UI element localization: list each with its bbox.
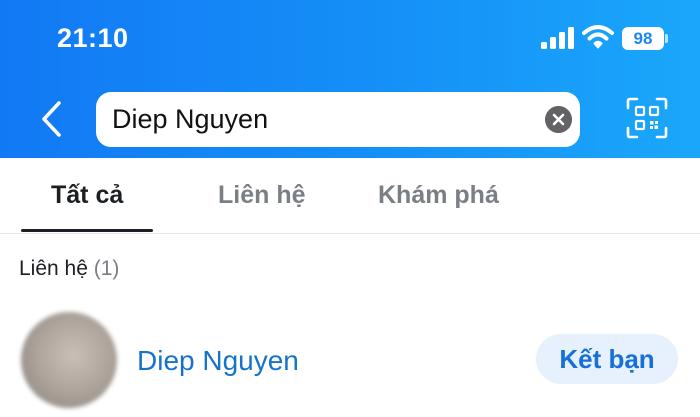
qr-scan-icon[interactable] [626, 97, 668, 139]
active-tab-indicator [21, 229, 153, 232]
contact-result-row[interactable]: Diep Nguyen Kết bạn [0, 305, 700, 415]
tab-explore[interactable]: Khám phá [378, 178, 499, 212]
tab-bar: Tất cả Liên hệ Khám phá [0, 158, 700, 234]
search-input[interactable] [112, 92, 532, 147]
search-box [96, 92, 580, 147]
wifi-icon [582, 25, 614, 49]
cellular-signal-icon [541, 27, 574, 49]
back-button[interactable] [32, 96, 72, 142]
tab-all[interactable]: Tất cả [51, 178, 123, 212]
battery-indicator: 98 [622, 27, 664, 50]
status-time: 21:10 [57, 23, 129, 53]
section-count: (1) [93, 257, 120, 280]
search-screen: 21:10 98 Diep Nguyen Tất cả Liên hệ Khám… [0, 0, 700, 417]
avatar[interactable] [21, 312, 117, 408]
tab-contacts[interactable]: Liên hệ [218, 178, 306, 212]
clear-x-icon[interactable] [545, 106, 572, 133]
section-title: Liên hệ [19, 257, 88, 280]
search-header: 21:10 98 [0, 0, 700, 158]
battery-tip [665, 34, 668, 43]
add-friend-button[interactable]: Kết bạn [536, 334, 678, 384]
section-header-contacts: Liên hệ (1) [19, 255, 119, 283]
contact-name[interactable]: Diep Nguyen [137, 343, 299, 379]
